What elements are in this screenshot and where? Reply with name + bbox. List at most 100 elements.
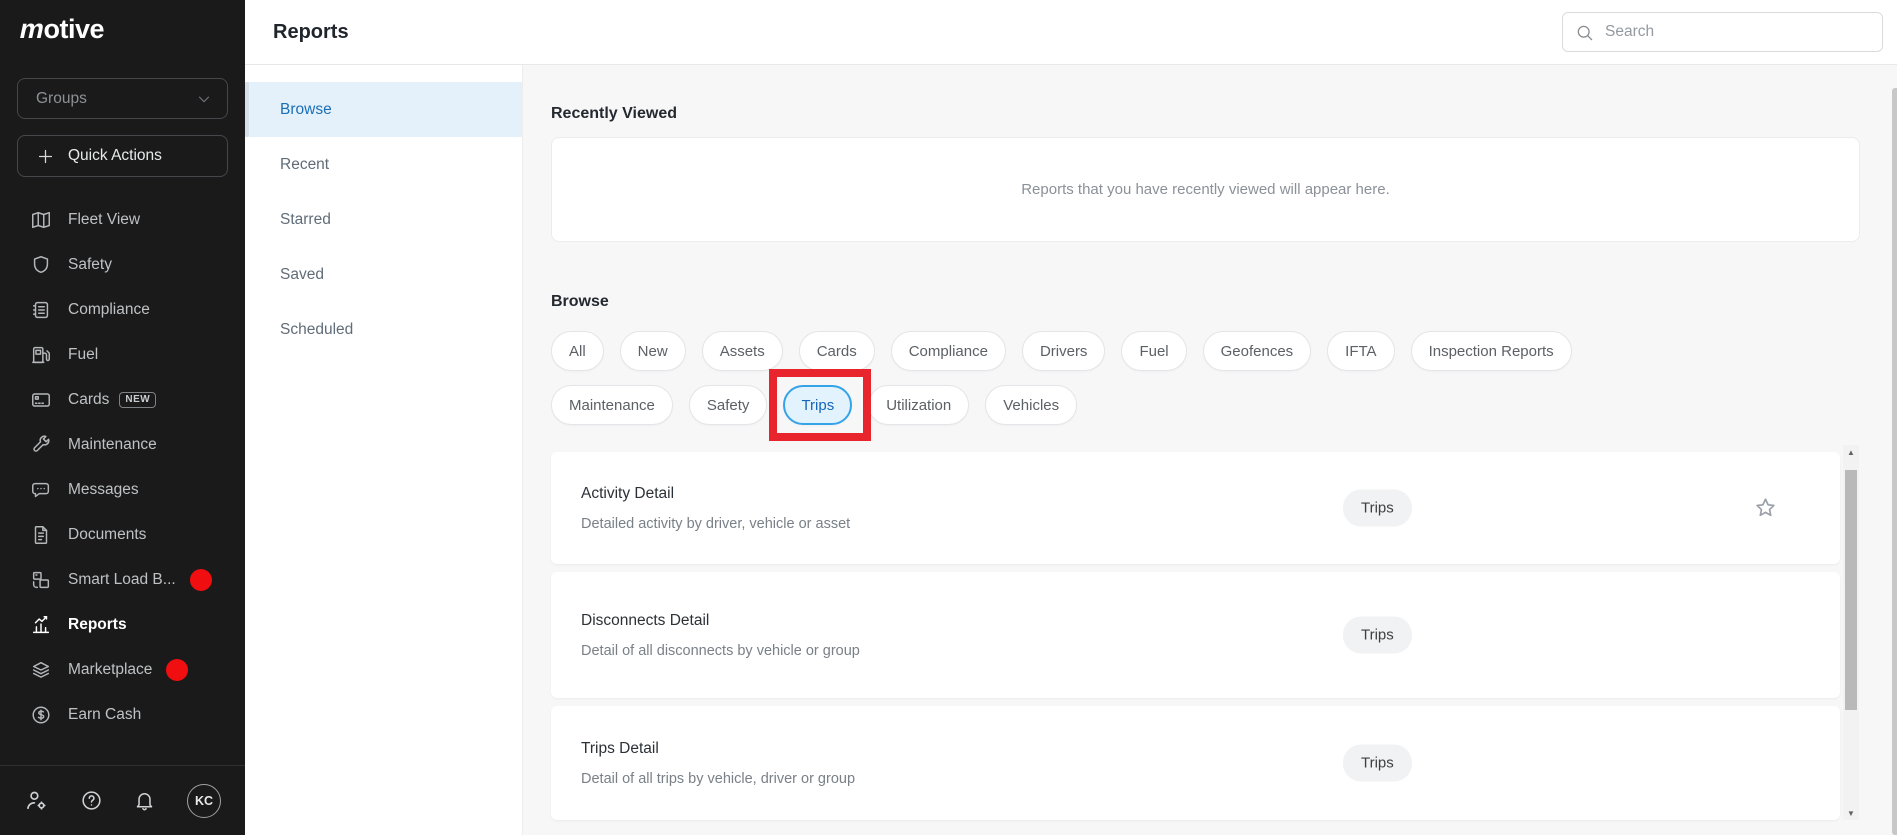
filter-chip-all[interactable]: All: [551, 331, 604, 371]
groups-select[interactable]: Groups: [17, 78, 228, 119]
credit-card-icon: [30, 389, 52, 411]
filter-chip-safety[interactable]: Safety: [689, 385, 768, 425]
scroll-up-arrow-icon[interactable]: ▲: [1843, 445, 1859, 459]
sidebar-footer: KC: [0, 765, 245, 835]
filter-chip-compliance[interactable]: Compliance: [891, 331, 1006, 371]
scroll-down-arrow-icon[interactable]: ▼: [1843, 806, 1859, 820]
filter-chip-assets[interactable]: Assets: [702, 331, 783, 371]
layers-icon: [30, 659, 52, 681]
filter-chip-maintenance[interactable]: Maintenance: [551, 385, 673, 425]
motive-logo[interactable]: motive: [0, 0, 245, 56]
report-row-activity-detail[interactable]: Activity DetailDetailed activity by driv…: [551, 452, 1840, 564]
filter-chip-fuel[interactable]: Fuel: [1121, 331, 1186, 371]
sidebar-item-label: Earn Cash: [68, 706, 141, 724]
star-icon[interactable]: [1753, 496, 1778, 521]
sidebar-item-marketplace[interactable]: Marketplace: [0, 647, 245, 692]
sidebar-item-smart-load-b[interactable]: Smart Load B...: [0, 557, 245, 602]
search-box[interactable]: [1562, 12, 1883, 52]
sidebar-item-messages[interactable]: Messages: [0, 467, 245, 512]
groups-label: Groups: [36, 90, 87, 108]
report-title: Trips Detail: [581, 740, 1810, 758]
logbook-icon: [30, 299, 52, 321]
sidebar-item-documents[interactable]: Documents: [0, 512, 245, 557]
report-title: Disconnects Detail: [581, 612, 1810, 630]
page-title: Reports: [273, 21, 349, 44]
report-description: Detail of all disconnects by vehicle or …: [581, 643, 1810, 659]
sidebar-item-fleet-view[interactable]: Fleet View: [0, 197, 245, 242]
search-icon: [1575, 23, 1594, 42]
sidebar-item-cards[interactable]: Cards NEW: [0, 377, 245, 422]
load-board-icon: [30, 569, 52, 591]
admin-user-icon[interactable]: [24, 788, 49, 813]
recently-viewed-empty-text: Reports that you have recently viewed wi…: [1021, 181, 1390, 198]
recently-viewed-heading: Recently Viewed: [551, 105, 677, 123]
content-area: Reports BrowseRecentStarredSavedSchedule…: [245, 0, 1897, 835]
map-icon: [30, 209, 52, 231]
report-description: Detail of all trips by vehicle, driver o…: [581, 771, 1810, 787]
notification-dot: [190, 569, 212, 591]
filter-chips-row-1: All New Assets Cards Compliance Drivers Fuel Ge…: [551, 331, 1572, 371]
filter-chip-trips[interactable]: Trips: [783, 385, 852, 425]
filter-chip-inspection-reports[interactable]: Inspection Reports: [1411, 331, 1572, 371]
user-avatar[interactable]: KC: [187, 784, 221, 818]
sidebar-item-label: Smart Load B...: [68, 571, 176, 589]
subnav-item-browse[interactable]: Browse: [245, 82, 522, 137]
chat-icon: [30, 479, 52, 501]
sidebar-item-label: Fleet View: [68, 211, 140, 229]
report-category-tag: Trips: [1343, 617, 1412, 654]
filter-chip-utilization[interactable]: Utilization: [868, 385, 969, 425]
list-scrollbar[interactable]: ▲ ▼: [1843, 445, 1859, 820]
sidebar-item-label: Compliance: [68, 301, 150, 319]
sidebar-item-maintenance[interactable]: Maintenance: [0, 422, 245, 467]
filter-chip-new[interactable]: New: [620, 331, 686, 371]
logo-text: otive: [44, 14, 105, 44]
primary-sidebar: motive Groups Quick Actions Fleet View Sa…: [0, 0, 245, 835]
report-row-trips-detail[interactable]: Trips Detail Detail of all trips by vehic…: [551, 706, 1840, 820]
browse-heading: Browse: [551, 293, 609, 311]
filter-chips-row-2: Maintenance Safety Trips Utilization Vehicle…: [551, 385, 1077, 425]
report-category-tag: Trips: [1343, 745, 1412, 782]
dollar-circle-icon: [30, 704, 52, 726]
sidebar-item-label: Fuel: [68, 346, 98, 364]
fuel-pump-icon: [30, 344, 52, 366]
subnav-item-recent[interactable]: Recent: [245, 137, 522, 192]
shield-icon: [30, 254, 52, 276]
sidebar-item-label: Marketplace: [68, 661, 152, 679]
report-title: Activity Detail: [581, 485, 1810, 503]
window-scrollbar-thumb[interactable]: [1892, 88, 1897, 835]
sidebar-item-label: Messages: [68, 481, 139, 499]
sidebar-item-fuel[interactable]: Fuel: [0, 332, 245, 377]
sidebar-item-label: Reports: [68, 616, 127, 634]
subnav-item-saved[interactable]: Saved: [245, 247, 522, 302]
sidebar-item-label: Cards: [68, 391, 109, 409]
quick-actions-button[interactable]: Quick Actions: [17, 135, 228, 177]
new-badge: NEW: [119, 392, 156, 408]
sidebar-item-compliance[interactable]: Compliance: [0, 287, 245, 332]
top-header: Reports: [245, 0, 1897, 65]
help-icon[interactable]: [80, 789, 103, 812]
quick-actions-label: Quick Actions: [68, 147, 162, 165]
sidebar-nav: Fleet View Safety Compliance Fuel Cards NEW Ma…: [0, 197, 245, 737]
filter-chip-cards[interactable]: Cards: [799, 331, 875, 371]
sidebar-item-reports[interactable]: Reports: [0, 602, 245, 647]
subnav-item-scheduled[interactable]: Scheduled: [245, 302, 522, 357]
notification-dot: [166, 659, 188, 681]
filter-chip-vehicles[interactable]: Vehicles: [985, 385, 1077, 425]
app-window: motive Groups Quick Actions Fleet View Sa…: [0, 0, 1897, 835]
sidebar-item-label: Documents: [68, 526, 146, 544]
plus-icon: [36, 147, 55, 166]
subnav-item-starred[interactable]: Starred: [245, 192, 522, 247]
sidebar-item-earn-cash[interactable]: Earn Cash: [0, 692, 245, 737]
sidebar-item-label: Safety: [68, 256, 112, 274]
notifications-bell-icon[interactable]: [133, 789, 156, 812]
filter-chip-drivers[interactable]: Drivers: [1022, 331, 1106, 371]
search-input[interactable]: [1605, 23, 1870, 41]
filter-chip-ifta[interactable]: IFTA: [1327, 331, 1394, 371]
wrench-icon: [30, 434, 52, 456]
chart-icon: [30, 614, 52, 636]
filter-chip-geofences[interactable]: Geofences: [1203, 331, 1312, 371]
report-row-disconnects-detail[interactable]: Disconnects Detail Detail of all disconne…: [551, 572, 1840, 698]
subnav-scrollbar-thumb[interactable]: [245, 82, 249, 137]
sidebar-item-safety[interactable]: Safety: [0, 242, 245, 287]
list-scrollbar-thumb[interactable]: [1845, 470, 1857, 710]
